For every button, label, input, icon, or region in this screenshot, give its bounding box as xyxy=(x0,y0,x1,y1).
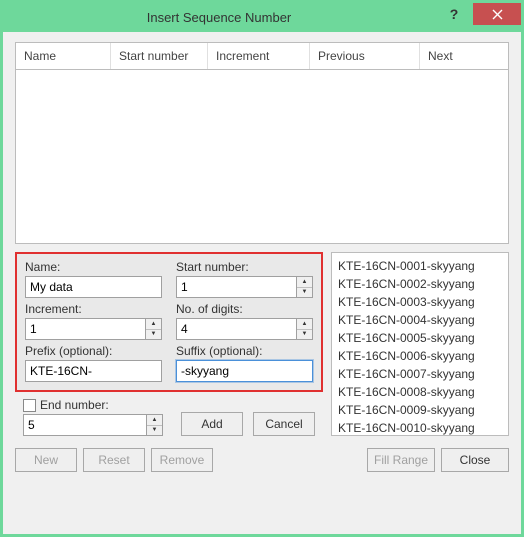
preview-item: KTE-16CN-0006-skyyang xyxy=(338,347,502,365)
preview-list[interactable]: KTE-16CN-0001-skyyang KTE-16CN-0002-skyy… xyxy=(331,252,509,436)
preview-item: KTE-16CN-0009-skyyang xyxy=(338,401,502,419)
suffix-label: Suffix (optional): xyxy=(176,344,313,358)
preview-item: KTE-16CN-0010-skyyang xyxy=(338,419,502,436)
start-number-label: Start number: xyxy=(176,260,313,274)
digits-spinner[interactable]: ▲▼ xyxy=(297,318,313,340)
col-header-previous[interactable]: Previous xyxy=(310,43,420,69)
start-number-input[interactable] xyxy=(176,276,297,298)
preview-item: KTE-16CN-0005-skyyang xyxy=(338,329,502,347)
close-dialog-button[interactable]: Close xyxy=(441,448,509,472)
increment-input[interactable] xyxy=(25,318,146,340)
digits-input[interactable] xyxy=(176,318,297,340)
name-input[interactable] xyxy=(25,276,162,298)
end-number-input[interactable] xyxy=(23,414,147,436)
preview-item: KTE-16CN-0002-skyyang xyxy=(338,275,502,293)
preview-item: KTE-16CN-0008-skyyang xyxy=(338,383,502,401)
preview-item: KTE-16CN-0004-skyyang xyxy=(338,311,502,329)
end-number-spinner[interactable]: ▲▼ xyxy=(147,414,163,436)
col-header-start[interactable]: Start number xyxy=(111,43,208,69)
titlebar: Insert Sequence Number ? xyxy=(3,3,521,32)
suffix-input[interactable] xyxy=(176,360,313,382)
close-button[interactable] xyxy=(473,3,521,25)
form-frame: Name: Start number: ▲▼ Increment: ▲▼ xyxy=(15,252,323,392)
increment-spinner[interactable]: ▲▼ xyxy=(146,318,162,340)
add-button[interactable]: Add xyxy=(181,412,243,436)
preview-item: KTE-16CN-0003-skyyang xyxy=(338,293,502,311)
start-number-spinner[interactable]: ▲▼ xyxy=(297,276,313,298)
close-icon xyxy=(492,9,503,20)
end-number-label: End number: xyxy=(40,398,109,412)
name-label: Name: xyxy=(25,260,162,274)
col-header-increment[interactable]: Increment xyxy=(208,43,310,69)
preview-item: KTE-16CN-0007-skyyang xyxy=(338,365,502,383)
col-header-next[interactable]: Next xyxy=(420,43,508,69)
help-button[interactable]: ? xyxy=(435,3,473,25)
end-number-checkbox[interactable] xyxy=(23,399,36,412)
fill-range-button[interactable]: Fill Range xyxy=(367,448,435,472)
prefix-label: Prefix (optional): xyxy=(25,344,162,358)
grid-body[interactable] xyxy=(15,69,509,244)
col-header-name[interactable]: Name xyxy=(16,43,111,69)
reset-button[interactable]: Reset xyxy=(83,448,145,472)
remove-button[interactable]: Remove xyxy=(151,448,213,472)
increment-label: Increment: xyxy=(25,302,162,316)
prefix-input[interactable] xyxy=(25,360,162,382)
grid-header-row: Name Start number Increment Previous Nex… xyxy=(15,42,509,69)
digits-label: No. of digits: xyxy=(176,302,313,316)
cancel-button[interactable]: Cancel xyxy=(253,412,315,436)
preview-item: KTE-16CN-0001-skyyang xyxy=(338,257,502,275)
window-title: Insert Sequence Number xyxy=(3,10,435,25)
new-button[interactable]: New xyxy=(15,448,77,472)
